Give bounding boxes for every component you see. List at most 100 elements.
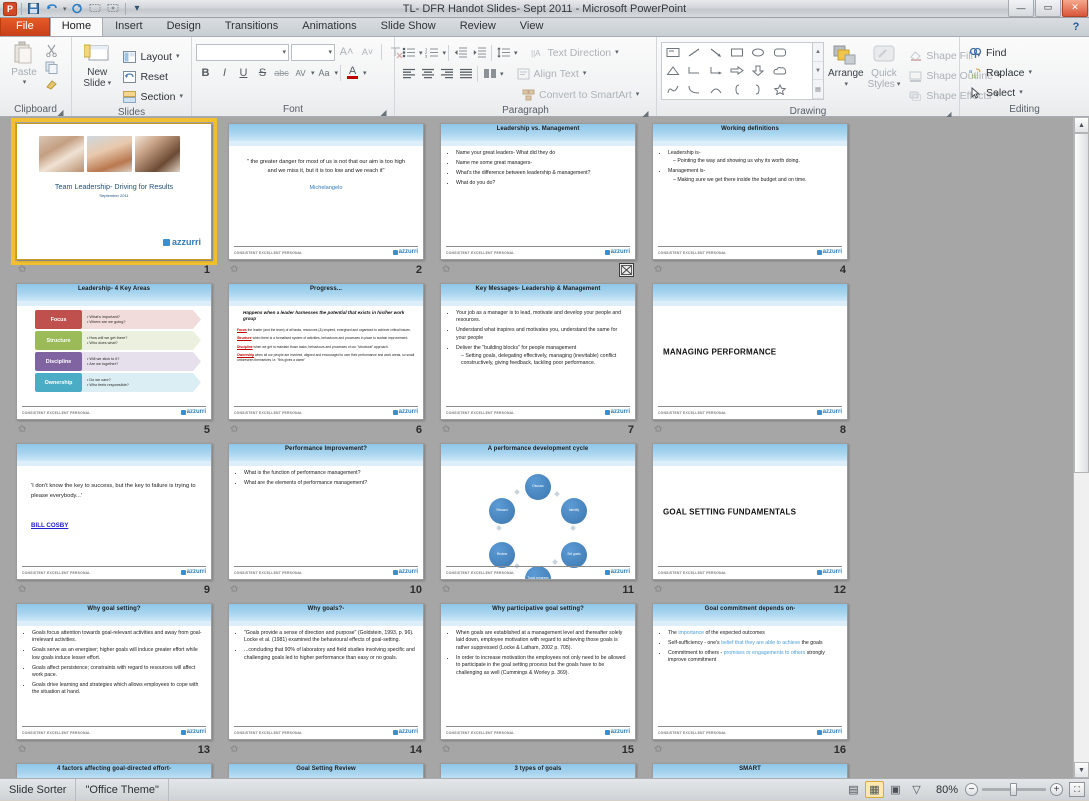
- shape-left-brace-icon[interactable]: [726, 80, 747, 99]
- character-spacing-button[interactable]: AV: [291, 64, 310, 82]
- slide-thumbnail-frame[interactable]: GOAL SETTING FUNDAMENTALS CONSISTENT EXCE…: [652, 443, 848, 580]
- slide-thumbnail[interactable]: Goal commitment depends on- The importanc…: [652, 603, 848, 740]
- tab-slide-show[interactable]: Slide Show: [369, 16, 448, 36]
- tab-animations[interactable]: Animations: [290, 16, 368, 36]
- shapes-scroll-down-icon[interactable]: ▼: [813, 62, 823, 81]
- slide-thumbnail[interactable]: Why goal setting? Goals focus attention t…: [16, 603, 212, 740]
- shape-triangle-icon[interactable]: [662, 62, 683, 81]
- slide-thumbnail-cell[interactable]: Leadership- 4 Key Areas FocusWhat's impor…: [8, 283, 220, 443]
- slide-thumbnail[interactable]: MANAGING PERFORMANCE CONSISTENT EXCELLENT…: [652, 283, 848, 420]
- format-painter-icon[interactable]: [44, 77, 59, 92]
- tab-transitions[interactable]: Transitions: [213, 16, 290, 36]
- align-text-button[interactable]: Align Text ▾: [512, 64, 591, 83]
- shrink-font-button[interactable]: A˅: [358, 43, 377, 61]
- slide-thumbnail-cell[interactable]: Key Messages- Leadership & Management You…: [432, 283, 644, 443]
- convert-smartart-caret-icon[interactable]: ▾: [636, 88, 640, 102]
- transition-star-icon[interactable]: ✩: [654, 744, 662, 755]
- minimize-button[interactable]: —: [1008, 0, 1034, 17]
- drawing-dialog-launcher[interactable]: ◢: [944, 108, 953, 119]
- layout-button[interactable]: Layout ▾: [118, 47, 187, 66]
- slide-thumbnail[interactable]: " the greater danger for most of us is n…: [228, 123, 424, 260]
- vertical-scrollbar[interactable]: ▲ ▼: [1073, 117, 1089, 778]
- zoom-out-button[interactable]: −: [965, 783, 978, 796]
- reading-view-button[interactable]: ▣: [886, 781, 905, 798]
- slide-thumbnail-cell[interactable]: GOAL SETTING FUNDAMENTALS CONSISTENT EXCE…: [644, 443, 856, 603]
- transition-star-icon[interactable]: ✩: [442, 584, 450, 595]
- new-slide-button[interactable]: New Slide ▾: [76, 41, 118, 89]
- slide-thumbnail-frame[interactable]: Leadership- 4 Key Areas FocusWhat's impor…: [16, 283, 212, 420]
- section-button[interactable]: Section ▾: [118, 87, 187, 106]
- slide-thumbnail[interactable]: 4 factors affecting goal-directed effort…: [16, 763, 212, 778]
- transition-star-icon[interactable]: ✩: [654, 424, 662, 435]
- redo-icon[interactable]: [70, 1, 85, 16]
- italic-button[interactable]: I: [215, 64, 234, 82]
- copy-icon[interactable]: [44, 60, 59, 75]
- slide-thumbnail[interactable]: Leadership- 4 Key Areas FocusWhat's impor…: [16, 283, 212, 420]
- line-spacing-button[interactable]: [494, 44, 513, 61]
- grow-font-button[interactable]: A˄: [337, 43, 356, 61]
- shapes-scroll-up-icon[interactable]: ▲: [813, 43, 823, 62]
- shape-textbox-icon[interactable]: [662, 43, 683, 62]
- slide-grid[interactable]: Team Leadership- Driving for Results Sept…: [8, 118, 1065, 778]
- slide-thumbnail[interactable]: Progress... Happens when a leader harness…: [228, 283, 424, 420]
- select-caret-icon[interactable]: ▾: [1019, 86, 1023, 100]
- slide-thumbnail-cell[interactable]: Why goal setting? Goals focus attention t…: [8, 603, 220, 763]
- tab-insert[interactable]: Insert: [103, 16, 155, 36]
- quick-styles-caret-icon[interactable]: ▾: [897, 79, 901, 90]
- slide-thumbnail[interactable]: SMART• Specific– What exactly will be do…: [652, 763, 848, 778]
- shape-freeform-icon[interactable]: [662, 80, 683, 99]
- text-direction-button[interactable]: ||A Text Direction ▾: [526, 43, 623, 62]
- slide-thumbnail-frame[interactable]: Key Messages- Leadership & Management You…: [440, 283, 636, 420]
- slide-thumbnail-frame[interactable]: MANAGING PERFORMANCE CONSISTENT EXCELLENT…: [652, 283, 848, 420]
- replace-caret-icon[interactable]: ▾: [1029, 66, 1033, 80]
- font-name-input[interactable]: ▾: [196, 43, 289, 61]
- shape-curve-icon[interactable]: [683, 80, 704, 99]
- slide-thumbnail[interactable]: Key Messages- Leadership & Management You…: [440, 283, 636, 420]
- transition-star-icon[interactable]: ✩: [18, 424, 26, 435]
- slide-thumbnail-frame[interactable]: Performance Improvement? What is the func…: [228, 443, 424, 580]
- arrange-caret-icon[interactable]: ▾: [845, 79, 849, 90]
- custom-icon[interactable]: [106, 1, 121, 16]
- slide-thumbnail[interactable]: GOAL SETTING FUNDAMENTALS CONSISTENT EXCE…: [652, 443, 848, 580]
- shapes-gallery[interactable]: ▲ ▼ ▤: [661, 42, 824, 100]
- increase-indent-button[interactable]: [470, 44, 489, 61]
- transition-star-icon[interactable]: ✩: [230, 264, 238, 275]
- window-controls[interactable]: — ▭ ✕: [1007, 0, 1089, 18]
- slide-thumbnail-frame[interactable]: Leadership vs. Management Name your great…: [440, 123, 636, 260]
- shape-elbow-arrow-icon[interactable]: [705, 62, 726, 81]
- shape-rectangle-icon[interactable]: [726, 43, 747, 62]
- numbering-button[interactable]: 123: [423, 44, 442, 61]
- slide-show-view-button[interactable]: ▽: [907, 781, 926, 798]
- slide-thumbnail[interactable]: Why goals?- "Goals provide a sense of dir…: [228, 603, 424, 740]
- font-name-caret-icon[interactable]: ▾: [282, 48, 286, 56]
- shape-oval-icon[interactable]: [748, 43, 769, 62]
- slide-sorter-pane[interactable]: Team Leadership- Driving for Results Sept…: [0, 117, 1073, 778]
- strikethrough-button[interactable]: abc: [272, 64, 291, 82]
- shape-arrow-icon[interactable]: [705, 43, 726, 62]
- replace-button[interactable]: a bc Replace ▾: [964, 63, 1036, 82]
- transition-star-icon[interactable]: ✩: [230, 744, 238, 755]
- zoom-in-button[interactable]: +: [1050, 783, 1063, 796]
- zoom-slider-track[interactable]: [982, 783, 1046, 796]
- select-button[interactable]: Select ▾: [964, 83, 1036, 102]
- slide-thumbnail[interactable]: A performance development cycle Discuss Id…: [440, 443, 636, 580]
- customize-qat-caret-icon[interactable]: ▾: [130, 1, 145, 16]
- slide-thumbnail-cell[interactable]: Working definitions Leadership is-Pointin…: [644, 123, 856, 283]
- shape-star-icon[interactable]: [769, 80, 790, 99]
- paste-button[interactable]: Paste ▾: [4, 41, 44, 86]
- slide-thumbnail-cell[interactable]: " the greater danger for most of us is n…: [220, 123, 432, 283]
- slide-sorter-view-button[interactable]: ▦: [864, 781, 884, 798]
- text-direction-caret-icon[interactable]: ▾: [615, 46, 619, 60]
- reset-button[interactable]: Reset: [118, 67, 187, 86]
- scroll-down-button[interactable]: ▼: [1074, 762, 1089, 778]
- slide-thumbnail-frame[interactable]: Goal Setting ReviewFundamental principle…: [228, 763, 424, 778]
- slide-thumbnail-cell[interactable]: 'I don't know the key to success, but th…: [8, 443, 220, 603]
- slide-thumbnail-frame[interactable]: SMART• Specific– What exactly will be do…: [652, 763, 848, 778]
- slide-thumbnail-cell[interactable]: MANAGING PERFORMANCE CONSISTENT EXCELLENT…: [644, 283, 856, 443]
- underline-button[interactable]: U: [234, 64, 253, 82]
- shape-rounded-rect-icon[interactable]: [769, 43, 790, 62]
- undo-caret-icon[interactable]: ▾: [63, 5, 67, 13]
- shape-right-arrow-icon[interactable]: [726, 62, 747, 81]
- transition-star-icon[interactable]: ✩: [230, 424, 238, 435]
- shape-right-brace-icon[interactable]: [748, 80, 769, 99]
